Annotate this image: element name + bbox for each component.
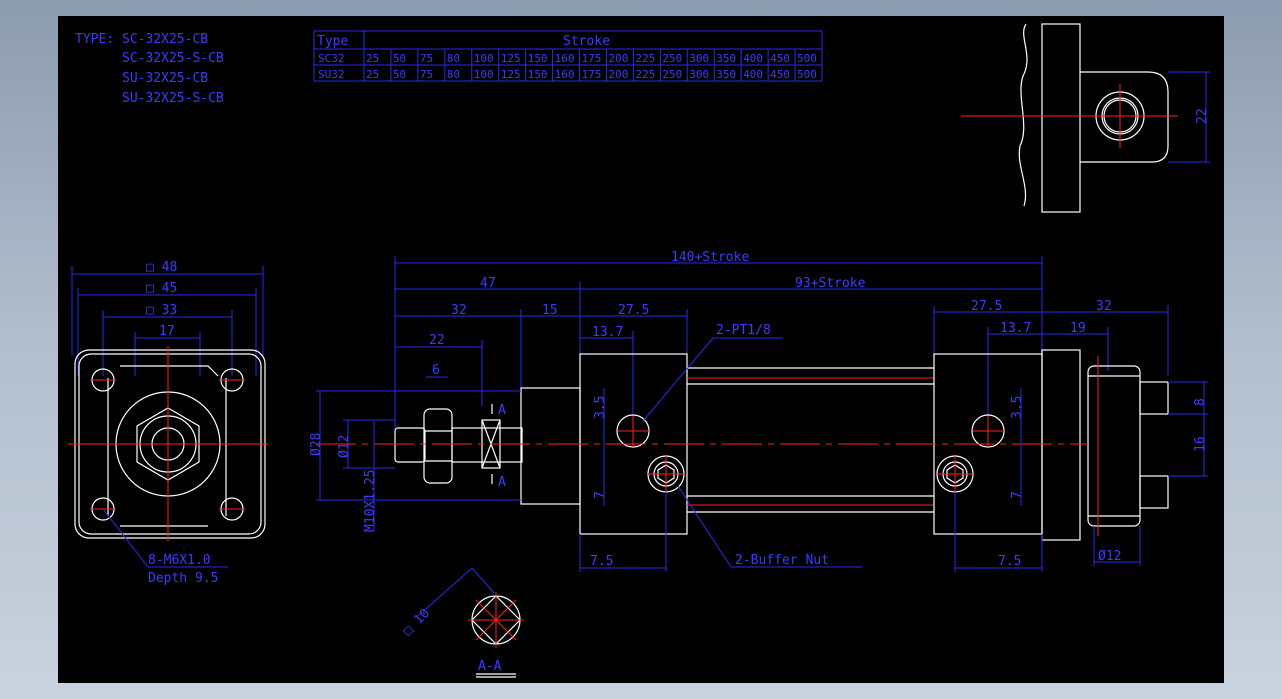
dim-3-5-right: 3.5 [1010, 396, 1025, 419]
table-cell: 150 [528, 68, 548, 81]
table-cell: 80 [447, 52, 460, 65]
table-cell: 400 [743, 68, 763, 81]
section-a-a: □ 10 A-A [400, 567, 524, 678]
top-right-view: 22 [961, 23, 1210, 213]
table-cell: 450 [770, 52, 790, 65]
dim-45: □ 45 [146, 281, 177, 296]
table-cell: 75 [420, 52, 433, 65]
table-cell: 160 [555, 52, 575, 65]
dim-27-5-left: 27.5 [618, 303, 649, 318]
dim-total-length: 140+Stroke [671, 250, 749, 265]
table-cell: 80 [447, 68, 460, 81]
dim-16: 16 [1193, 436, 1208, 452]
table-row-type: SC32 [318, 52, 345, 65]
dim-body-length: 93+Stroke [795, 276, 866, 291]
table-cell: 450 [770, 68, 790, 81]
dim-32: 32 [451, 303, 467, 318]
section-mark-a-bottom: A [498, 475, 506, 490]
dim-13-7-left: 13.7 [592, 325, 623, 340]
table-cell: 400 [743, 52, 763, 65]
model-2: SC-32X25-S-CB [122, 51, 224, 66]
dim-33: □ 33 [146, 303, 177, 318]
table-header-type: Type [317, 34, 348, 49]
cad-drawing: TYPE: SC-32X25-CB SC-32X25-S-CB SU-32X25… [68, 23, 1210, 678]
dim-17: 17 [159, 324, 175, 339]
table-cell: 350 [716, 68, 736, 81]
section-label: A-A [478, 659, 502, 674]
table-cell: 200 [608, 68, 628, 81]
dia-28: Ø28 [309, 433, 324, 456]
table-cell: 125 [501, 52, 521, 65]
table-cell: 75 [420, 68, 433, 81]
dim-22: 22 [1195, 108, 1210, 124]
table-cell: 250 [662, 52, 682, 65]
dim-32-right: 32 [1096, 299, 1112, 314]
pin-diameter: Ø12 [1098, 549, 1121, 564]
dim-7-5-left: 7.5 [590, 554, 613, 569]
table-cell: 150 [528, 52, 548, 65]
dim-27-5-right: 27.5 [971, 299, 1002, 314]
table-cell: 500 [797, 68, 817, 81]
port-note: 2-PT1/8 [716, 323, 771, 338]
drawing-canvas: TYPE: SC-32X25-CB SC-32X25-S-CB SU-32X25… [58, 16, 1224, 683]
dia-12: Ø12 [337, 435, 352, 458]
thread-size: M10X1.25 [363, 469, 378, 532]
table-header-stroke: Stroke [563, 34, 610, 49]
table-row-type: SU32 [318, 68, 345, 81]
table-cell: 100 [474, 52, 494, 65]
dim-7-left: 7 [593, 491, 608, 499]
type-label: TYPE: [75, 32, 114, 47]
dim-7-5-right: 7.5 [998, 554, 1021, 569]
table-cell: 300 [689, 52, 709, 65]
dim-19: 19 [1070, 321, 1086, 336]
table-cell: 50 [393, 52, 406, 65]
table-cell: 160 [555, 68, 575, 81]
section-mark-a-top: A [498, 403, 506, 418]
table-cell: 500 [797, 52, 817, 65]
model-4: SU-32X25-S-CB [122, 91, 224, 106]
dim-15: 15 [542, 303, 558, 318]
table-cell: 250 [662, 68, 682, 81]
table-cell: 175 [582, 68, 602, 81]
dim-22-rod: 22 [429, 333, 445, 348]
buffer-note: 2-Buffer Nut [735, 553, 829, 568]
table-cell: 100 [474, 68, 494, 81]
table-cell: 200 [608, 52, 628, 65]
front-view: □ 48 □ 45 □ 33 17 8-M6X1.0 Depth 9.5 [68, 260, 268, 586]
dim-7-right: 7 [1010, 491, 1025, 499]
dim-3-5-left: 3.5 [593, 396, 608, 419]
type-block: TYPE: SC-32X25-CB SC-32X25-S-CB SU-32X25… [75, 32, 224, 106]
table-cell: 125 [501, 68, 521, 81]
dim-13-7-right: 13.7 [1000, 321, 1031, 336]
table-cell: 225 [635, 52, 655, 65]
dim-6: 6 [432, 363, 440, 378]
model-3: SU-32X25-CB [122, 71, 208, 86]
section-square-dim: □ 10 [400, 606, 433, 639]
dim-8: 8 [1193, 398, 1208, 406]
model-1: SC-32X25-CB [122, 32, 208, 47]
table-cell: 225 [635, 68, 655, 81]
stroke-table: Type Stroke SC32 SU32 25 25 50 50 75 75 80 80 10… [313, 30, 823, 82]
side-view: 140+Stroke 47 93+Stroke 32 15 27.5 13.7 … [309, 250, 1208, 572]
table-cell: 350 [716, 52, 736, 65]
table-cell: 50 [393, 68, 406, 81]
table-cell: 300 [689, 68, 709, 81]
dim-48: □ 48 [146, 260, 177, 275]
table-cell: 175 [582, 52, 602, 65]
thread-note: 8-M6X1.0 [148, 553, 211, 568]
depth-note: Depth 9.5 [148, 571, 218, 586]
table-cell: 25 [366, 68, 379, 81]
dim-47: 47 [480, 276, 496, 291]
table-cell: 25 [366, 52, 379, 65]
